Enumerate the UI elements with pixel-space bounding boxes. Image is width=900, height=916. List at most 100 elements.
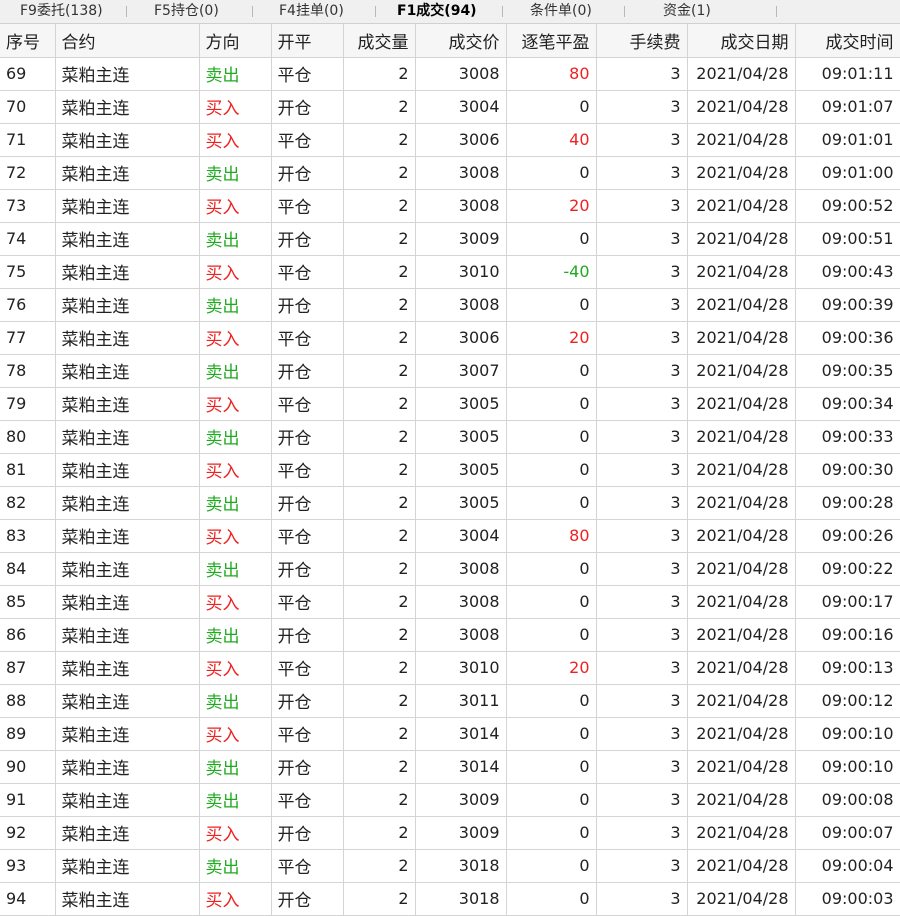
cell-pnl: 0: [506, 486, 597, 520]
table-row[interactable]: 75 菜粕主连 买入 平仓 2 3010 -40 3 2021/04/28 09:00:43: [0, 255, 900, 289]
cell-offset: 开仓: [271, 750, 344, 784]
cell-direction: 买入: [199, 321, 272, 355]
cell-price: 3009: [415, 783, 507, 817]
cell-fee: 3: [596, 651, 688, 685]
cell-pnl: 0: [506, 156, 597, 190]
cell-time: 09:00:13: [795, 651, 900, 685]
cell-volume: 2: [343, 156, 416, 190]
table-row[interactable]: 93 菜粕主连 卖出 平仓 2 3018 0 3 2021/04/28 09:00:04: [0, 849, 900, 883]
cell-time: 09:00:17: [795, 585, 900, 619]
table-row[interactable]: 74 菜粕主连 卖出 开仓 2 3009 0 3 2021/04/28 09:00:51: [0, 222, 900, 256]
table-row[interactable]: 77 菜粕主连 买入 平仓 2 3006 20 3 2021/04/28 09:00:36: [0, 321, 900, 355]
table-row[interactable]: 84 菜粕主连 卖出 开仓 2 3008 0 3 2021/04/28 09:00:22: [0, 552, 900, 586]
cell-volume: 2: [343, 288, 416, 322]
table-row[interactable]: 79 菜粕主连 买入 平仓 2 3005 0 3 2021/04/28 09:00:34: [0, 387, 900, 421]
table-body: 69 菜粕主连 卖出 平仓 2 3008 80 3 2021/04/28 09:01:11 70 菜粕…: [0, 57, 900, 916]
table-row[interactable]: 73 菜粕主连 买入 平仓 2 3008 20 3 2021/04/28 09:00:52: [0, 189, 900, 223]
cell-price: 3008: [415, 552, 507, 586]
col-header-date[interactable]: 成交日期: [687, 24, 796, 58]
table-row[interactable]: 80 菜粕主连 卖出 开仓 2 3005 0 3 2021/04/28 09:00:33: [0, 420, 900, 454]
cell-seq: 89: [0, 717, 56, 751]
tab-conditional[interactable]: 条件单(0): [530, 0, 592, 23]
cell-direction: 买入: [199, 717, 272, 751]
cell-seq: 70: [0, 90, 56, 124]
table-row[interactable]: 72 菜粕主连 卖出 开仓 2 3008 0 3 2021/04/28 09:01:00: [0, 156, 900, 190]
cell-time: 09:00:08: [795, 783, 900, 817]
cell-volume: 2: [343, 486, 416, 520]
col-header-time[interactable]: 成交时间: [795, 24, 900, 58]
col-header-seq[interactable]: 序号: [0, 24, 56, 58]
table-row[interactable]: 85 菜粕主连 买入 平仓 2 3008 0 3 2021/04/28 09:00:17: [0, 585, 900, 619]
col-header-direction[interactable]: 方向: [199, 24, 272, 58]
table-row[interactable]: 89 菜粕主连 买入 平仓 2 3014 0 3 2021/04/28 09:00:10: [0, 717, 900, 751]
cell-direction: 卖出: [199, 618, 272, 652]
col-header-contract[interactable]: 合约: [55, 24, 200, 58]
cell-time: 09:01:11: [795, 57, 900, 91]
cell-seq: 86: [0, 618, 56, 652]
cell-contract: 菜粕主连: [55, 189, 200, 223]
cell-time: 09:00:22: [795, 552, 900, 586]
cell-direction: 买入: [199, 255, 272, 289]
table-row[interactable]: 90 菜粕主连 卖出 开仓 2 3014 0 3 2021/04/28 09:00:10: [0, 750, 900, 784]
table-row[interactable]: 81 菜粕主连 买入 平仓 2 3005 0 3 2021/04/28 09:00:30: [0, 453, 900, 487]
tab-positions[interactable]: F5持仓(0): [154, 0, 219, 23]
tab-funds[interactable]: 资金(1): [663, 0, 711, 23]
cell-direction: 卖出: [199, 222, 272, 256]
cell-direction: 卖出: [199, 486, 272, 520]
cell-date: 2021/04/28: [687, 420, 796, 454]
table-row[interactable]: 92 菜粕主连 买入 开仓 2 3009 0 3 2021/04/28 09:00:07: [0, 816, 900, 850]
tab-separator: [776, 6, 777, 17]
cell-contract: 菜粕主连: [55, 453, 200, 487]
cell-pnl: 80: [506, 519, 597, 553]
col-header-fee[interactable]: 手续费: [596, 24, 688, 58]
table-row[interactable]: 82 菜粕主连 卖出 开仓 2 3005 0 3 2021/04/28 09:00:28: [0, 486, 900, 520]
cell-price: 3008: [415, 618, 507, 652]
cell-price: 3008: [415, 57, 507, 91]
cell-pnl: 0: [506, 288, 597, 322]
cell-offset: 开仓: [271, 816, 344, 850]
cell-fee: 3: [596, 684, 688, 718]
col-header-offset[interactable]: 开平: [271, 24, 344, 58]
cell-offset: 开仓: [271, 90, 344, 124]
cell-direction: 买入: [199, 651, 272, 685]
tab-separator: [624, 6, 625, 17]
col-header-pnl[interactable]: 逐笔平盈: [506, 24, 597, 58]
cell-contract: 菜粕主连: [55, 585, 200, 619]
table-row[interactable]: 86 菜粕主连 卖出 开仓 2 3008 0 3 2021/04/28 09:00:16: [0, 618, 900, 652]
cell-time: 09:00:07: [795, 816, 900, 850]
tab-trades[interactable]: F1成交(94): [397, 0, 477, 23]
cell-offset: 开仓: [271, 486, 344, 520]
cell-direction: 买入: [199, 519, 272, 553]
cell-pnl: 0: [506, 420, 597, 454]
cell-fee: 3: [596, 90, 688, 124]
table-row[interactable]: 69 菜粕主连 卖出 平仓 2 3008 80 3 2021/04/28 09:01:11: [0, 57, 900, 91]
table-row[interactable]: 71 菜粕主连 买入 平仓 2 3006 40 3 2021/04/28 09:01:01: [0, 123, 900, 157]
table-row[interactable]: 78 菜粕主连 卖出 开仓 2 3007 0 3 2021/04/28 09:00:35: [0, 354, 900, 388]
cell-offset: 开仓: [271, 222, 344, 256]
table-row[interactable]: 94 菜粕主连 买入 开仓 2 3018 0 3 2021/04/28 09:00:03: [0, 882, 900, 916]
cell-fee: 3: [596, 717, 688, 751]
cell-time: 09:00:26: [795, 519, 900, 553]
cell-pnl: 0: [506, 750, 597, 784]
cell-price: 3008: [415, 585, 507, 619]
cell-date: 2021/04/28: [687, 123, 796, 157]
table-row[interactable]: 70 菜粕主连 买入 开仓 2 3004 0 3 2021/04/28 09:01:07: [0, 90, 900, 124]
cell-volume: 2: [343, 783, 416, 817]
col-header-price[interactable]: 成交价: [415, 24, 507, 58]
cell-seq: 73: [0, 189, 56, 223]
cell-offset: 平仓: [271, 123, 344, 157]
col-header-volume[interactable]: 成交量: [343, 24, 416, 58]
table-row[interactable]: 88 菜粕主连 卖出 开仓 2 3011 0 3 2021/04/28 09:00:12: [0, 684, 900, 718]
cell-time: 09:01:07: [795, 90, 900, 124]
cell-fee: 3: [596, 156, 688, 190]
tab-orders[interactable]: F9委托(138): [20, 0, 103, 23]
tab-pending[interactable]: F4挂单(0): [279, 0, 344, 23]
cell-volume: 2: [343, 387, 416, 421]
table-row[interactable]: 76 菜粕主连 卖出 开仓 2 3008 0 3 2021/04/28 09:00:39: [0, 288, 900, 322]
table-row[interactable]: 87 菜粕主连 买入 平仓 2 3010 20 3 2021/04/28 09:00:13: [0, 651, 900, 685]
cell-seq: 94: [0, 882, 56, 916]
cell-pnl: 80: [506, 57, 597, 91]
table-row[interactable]: 91 菜粕主连 卖出 平仓 2 3009 0 3 2021/04/28 09:00:08: [0, 783, 900, 817]
cell-fee: 3: [596, 618, 688, 652]
table-row[interactable]: 83 菜粕主连 买入 平仓 2 3004 80 3 2021/04/28 09:00:26: [0, 519, 900, 553]
